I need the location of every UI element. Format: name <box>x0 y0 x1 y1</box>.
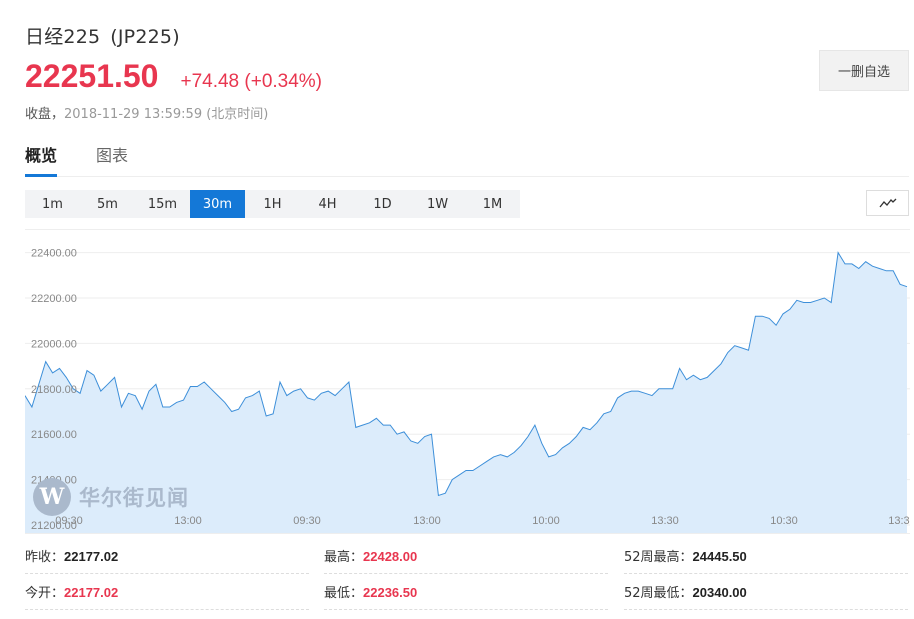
period-1mo[interactable]: 1M <box>465 190 520 218</box>
last-price: 22251.50 <box>25 58 159 94</box>
market-status: 收盘，2018-11-29 13:59:59 (北京时间) <box>25 103 268 122</box>
tab-overview[interactable]: 概览 <box>25 144 57 177</box>
x-tick-label: 09:30 <box>55 515 83 527</box>
y-tick-label: 21400.00 <box>31 475 77 487</box>
stat-value: 20340.00 <box>692 585 747 600</box>
x-tick-label: 10:00 <box>532 515 560 527</box>
stat-label: 今开： <box>25 586 65 601</box>
x-tick-label: 13:00 <box>413 515 441 527</box>
stat-open: 今开：22177.02 <box>25 576 309 610</box>
period-1w[interactable]: 1W <box>410 190 465 218</box>
stat-high: 最高：22428.00 <box>324 540 608 574</box>
period-1h[interactable]: 1H <box>245 190 300 218</box>
status-label: 收盘， <box>25 107 65 122</box>
x-tick-label: 13:30 <box>888 515 910 527</box>
y-tick-label: 22400.00 <box>31 248 77 260</box>
tab-bar: 概览 图表 <box>25 144 909 177</box>
period-1m[interactable]: 1m <box>25 190 80 218</box>
period-1d[interactable]: 1D <box>355 190 410 218</box>
stat-value: 22428.00 <box>363 549 418 564</box>
y-tick-label: 22000.00 <box>31 338 77 350</box>
stat-label: 昨收： <box>25 550 65 565</box>
price-change: +74.48 (+0.34%) <box>180 71 323 92</box>
x-tick-label: 10:30 <box>770 515 798 527</box>
line-chart-icon <box>878 198 896 208</box>
stat-label: 最低： <box>324 586 364 601</box>
status-timestamp: 2018-11-29 13:59:59 (北京时间) <box>64 107 269 122</box>
stat-value: 22177.02 <box>64 549 119 564</box>
period-15m[interactable]: 15m <box>135 190 190 218</box>
y-tick-label: 21600.00 <box>31 429 77 441</box>
y-tick-label: 22200.00 <box>31 293 77 305</box>
price-row: 22251.50 +74.48 (+0.34%) <box>25 58 322 95</box>
period-4h[interactable]: 4H <box>300 190 355 218</box>
period-selector: 1m 5m 15m 30m 1H 4H 1D 1W 1M <box>25 190 520 218</box>
price-chart[interactable]: 22400.00 22200.00 22000.00 21800.00 21600.00… <box>25 229 910 534</box>
stat-52w-low: 52周最低：20340.00 <box>624 576 908 610</box>
stat-low: 最低：22236.50 <box>324 576 608 610</box>
x-tick-label: 09:30 <box>293 515 321 527</box>
chart-type-button[interactable] <box>866 190 909 216</box>
price-chart-svg: 22400.00 22200.00 22000.00 21800.00 21600.00… <box>25 248 910 533</box>
tab-chart[interactable]: 图表 <box>96 144 128 177</box>
stat-label: 52周最低： <box>624 586 693 601</box>
instrument-name: 日经225 <box>25 26 101 48</box>
stat-value: 24445.50 <box>692 549 747 564</box>
price-area <box>25 252 907 533</box>
y-tick-label: 21800.00 <box>31 384 77 396</box>
instrument-code: (JP225) <box>110 26 180 48</box>
stat-label: 最高： <box>324 550 364 565</box>
stat-52w-high: 52周最高：24445.50 <box>624 540 908 574</box>
remove-watchlist-button[interactable]: 一删自选 <box>819 50 909 91</box>
stat-prev-close: 昨收：22177.02 <box>25 540 309 574</box>
period-30m[interactable]: 30m <box>190 190 245 218</box>
x-tick-label: 13:30 <box>651 515 679 527</box>
instrument-title: 日经225 (JP225) <box>25 22 180 49</box>
x-tick-label: 13:00 <box>174 515 202 527</box>
stat-label: 52周最高： <box>624 550 693 565</box>
stat-value: 22177.02 <box>64 585 119 600</box>
stat-value: 22236.50 <box>363 585 418 600</box>
period-5m[interactable]: 5m <box>80 190 135 218</box>
